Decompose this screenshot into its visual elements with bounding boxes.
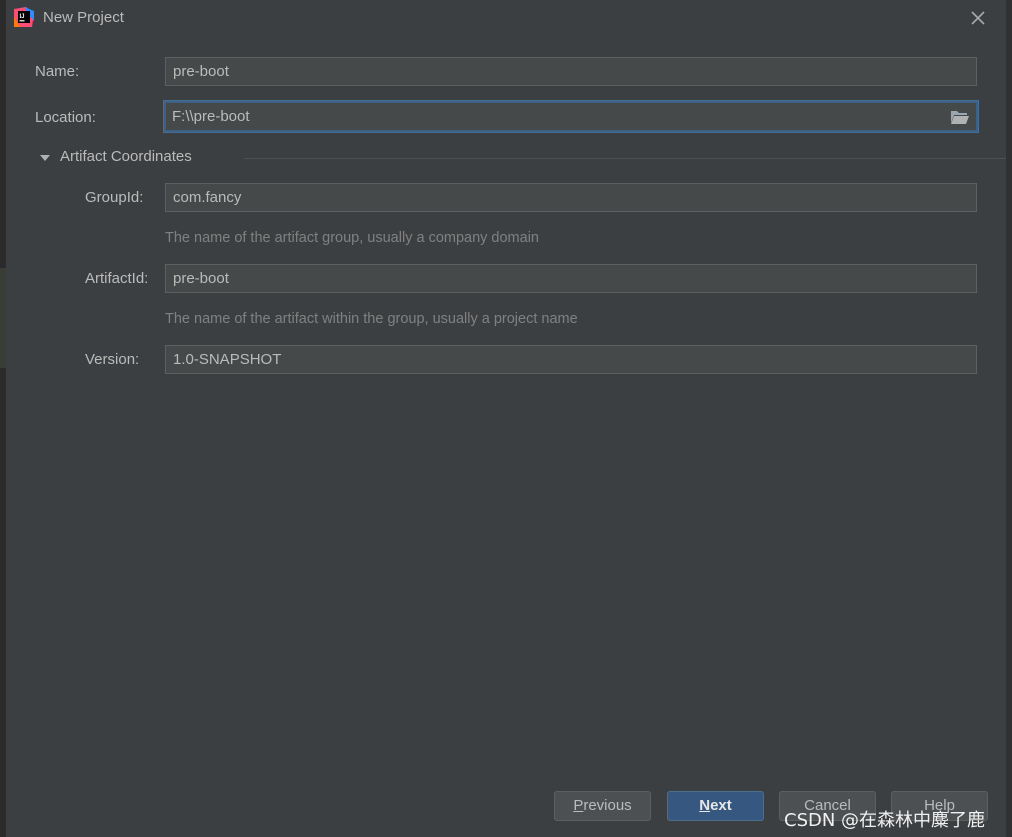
triangle-down-icon[interactable] xyxy=(38,151,52,165)
previous-label-rest: revious xyxy=(583,797,632,814)
svg-text:IJ: IJ xyxy=(20,14,25,20)
artifactid-label: ArtifactId: xyxy=(85,270,149,287)
window-title: New Project xyxy=(43,9,124,26)
groupid-hint: The name of the artifact group, usually … xyxy=(165,230,539,246)
new-project-dialog: IJ New Project Name: Location: Artifact … xyxy=(6,0,1006,837)
version-label: Version: xyxy=(85,351,140,368)
background-window-edge-right xyxy=(1006,0,1012,837)
intellij-idea-icon: IJ xyxy=(14,7,34,27)
location-input[interactable] xyxy=(164,101,978,132)
title-bar: IJ New Project xyxy=(6,0,1006,36)
next-button[interactable]: Next xyxy=(667,791,764,821)
location-label: Location: xyxy=(35,109,96,126)
name-label: Name: xyxy=(35,63,80,80)
groupid-input[interactable] xyxy=(165,183,977,212)
name-input[interactable] xyxy=(165,57,977,86)
csdn-watermark: CSDN @在森林中麋了鹿 xyxy=(784,810,986,831)
close-icon[interactable] xyxy=(966,6,990,30)
folder-icon[interactable] xyxy=(950,109,970,125)
next-label-rest: ext xyxy=(710,797,732,814)
section-title[interactable]: Artifact Coordinates xyxy=(60,148,192,165)
groupid-label: GroupId: xyxy=(85,189,144,206)
artifactid-input[interactable] xyxy=(165,264,977,293)
section-divider xyxy=(244,158,1006,159)
next-mnemonic: N xyxy=(699,797,711,814)
version-input[interactable] xyxy=(165,345,977,374)
previous-mnemonic: P xyxy=(573,797,584,814)
artifactid-hint: The name of the artifact within the grou… xyxy=(165,311,578,327)
previous-button[interactable]: Previous xyxy=(554,791,651,821)
